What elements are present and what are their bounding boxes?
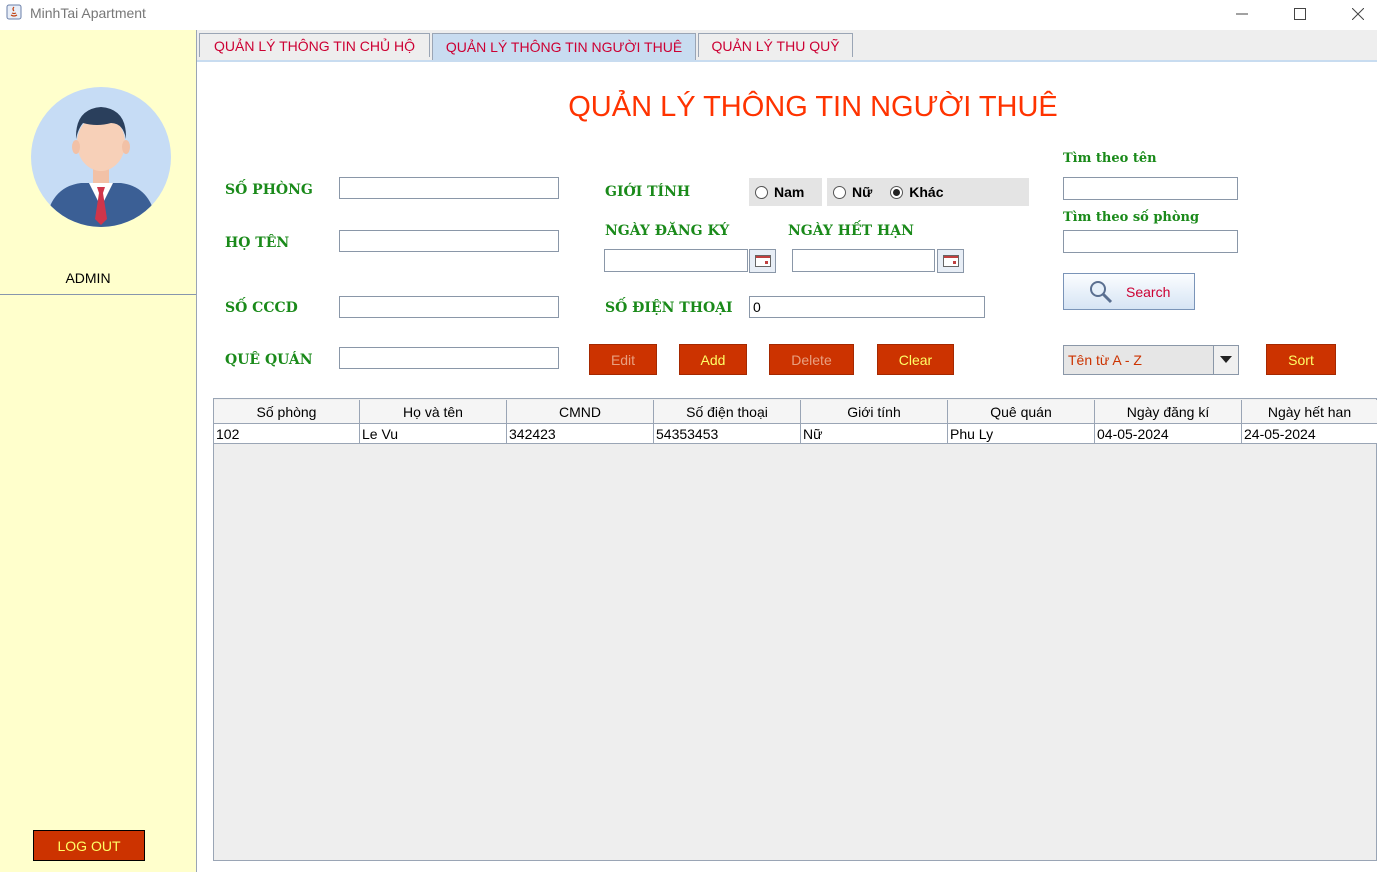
search-button[interactable]: Search: [1063, 273, 1195, 310]
sort-select-value: Tên từ A - Z: [1068, 352, 1142, 368]
calendar-icon: [942, 255, 959, 267]
radio-nam[interactable]: [755, 185, 768, 199]
column-header[interactable]: CMND: [507, 400, 654, 424]
close-icon: [1352, 8, 1364, 20]
gender-option-group: Nữ Khác: [827, 178, 1029, 206]
logout-button[interactable]: LOG OUT: [33, 830, 145, 861]
so-phong-label: SỐ PHÒNG: [225, 182, 313, 198]
table-cell[interactable]: Phu Ly: [948, 424, 1095, 444]
radio-khac-label: Khác: [909, 184, 944, 200]
column-header[interactable]: Ngày đăng kí: [1095, 400, 1242, 424]
ngay-het-han-input[interactable]: [792, 249, 935, 272]
window-title: MinhTai Apartment: [30, 5, 146, 21]
sort-select-arrow[interactable]: [1213, 346, 1238, 374]
ngay-dang-ky-calendar-button[interactable]: [749, 249, 776, 273]
ngay-het-han-calendar-button[interactable]: [937, 249, 964, 273]
gender-option-nam[interactable]: Nam: [749, 178, 822, 206]
window-titlebar: [0, 0, 1377, 28]
table-cell[interactable]: 342423: [507, 424, 654, 444]
close-button[interactable]: [1335, 0, 1377, 28]
so-cccd-input[interactable]: [339, 296, 559, 318]
tab-nguoi-thue[interactable]: QUẢN LÝ THÔNG TIN NGƯỜI THUÊ: [432, 33, 696, 60]
column-header[interactable]: Giới tính: [801, 400, 948, 424]
radio-nu-label: Nữ: [852, 184, 873, 200]
java-app-icon: [6, 4, 22, 20]
so-dien-thoai-input[interactable]: 0: [749, 296, 985, 318]
column-header[interactable]: Họ và tên: [360, 400, 507, 424]
so-cccd-label: SỐ CCCD: [225, 300, 298, 316]
table-cell[interactable]: Nữ: [801, 424, 948, 444]
column-header[interactable]: Số điện thoại: [654, 400, 801, 424]
tab-thu-quy[interactable]: QUẢN LÝ THU QUỸ: [698, 33, 853, 57]
radio-nam-label: Nam: [774, 184, 805, 200]
delete-button[interactable]: Delete: [769, 344, 854, 375]
table-cell[interactable]: 24-05-2024: [1242, 424, 1377, 444]
search-room-input[interactable]: [1063, 230, 1238, 253]
tab-underline: [197, 60, 1377, 62]
radio-khac[interactable]: [890, 185, 904, 199]
que-quan-label: QUÊ QUÁN: [225, 352, 313, 368]
search-room-label: Tìm theo số phòng: [1063, 210, 1200, 225]
table-cell[interactable]: 04-05-2024: [1095, 424, 1242, 444]
sort-button[interactable]: Sort: [1266, 344, 1336, 375]
ngay-dang-ky-input[interactable]: [604, 249, 748, 272]
avatar: [31, 87, 171, 227]
sort-select[interactable]: Tên từ A - Z: [1063, 345, 1239, 375]
so-phong-input[interactable]: [339, 177, 559, 199]
ho-ten-label: HỌ TÊN: [225, 235, 290, 251]
maximize-icon: [1294, 8, 1306, 20]
edit-button[interactable]: Edit: [589, 344, 657, 375]
column-header[interactable]: Quê quán: [948, 400, 1095, 424]
que-quan-input[interactable]: [339, 347, 559, 369]
chevron-down-icon: [1220, 356, 1232, 363]
gioi-tinh-label: GIỚI TÍNH: [605, 184, 691, 200]
tenant-table: [213, 398, 1377, 861]
search-button-label: Search: [1126, 283, 1171, 300]
tab-chu-ho[interactable]: QUẢN LÝ THÔNG TIN CHỦ HỘ: [199, 33, 430, 57]
maximize-button[interactable]: [1277, 0, 1323, 28]
so-dien-thoai-label: SỐ ĐIỆN THOẠI: [605, 300, 733, 316]
add-button[interactable]: Add: [679, 344, 747, 375]
clear-button[interactable]: Clear: [877, 344, 954, 375]
column-header[interactable]: Ngày hết han: [1242, 400, 1377, 424]
table-cell[interactable]: 54353453: [654, 424, 801, 444]
user-label: ADMIN: [65, 270, 111, 286]
search-icon: [1090, 280, 1113, 303]
minimize-button[interactable]: [1219, 0, 1265, 28]
table-cell[interactable]: Le Vu: [360, 424, 507, 444]
ngay-het-han-label: NGÀY HẾT HẠN: [788, 223, 914, 239]
ho-ten-input[interactable]: [339, 230, 559, 252]
page-title: QUẢN LÝ THÔNG TIN NGƯỜI THUÊ: [568, 91, 1058, 123]
calendar-icon: [754, 255, 771, 267]
sidebar-divider: [0, 294, 196, 295]
minimize-icon: [1236, 13, 1248, 15]
search-name-input[interactable]: [1063, 177, 1238, 200]
column-header[interactable]: Số phòng: [214, 400, 360, 424]
ngay-dang-ky-label: NGÀY ĐĂNG KÝ: [605, 223, 730, 239]
search-name-label: Tìm theo tên: [1063, 151, 1157, 166]
table-cell[interactable]: 102: [214, 424, 360, 444]
radio-nu[interactable]: [833, 185, 846, 199]
